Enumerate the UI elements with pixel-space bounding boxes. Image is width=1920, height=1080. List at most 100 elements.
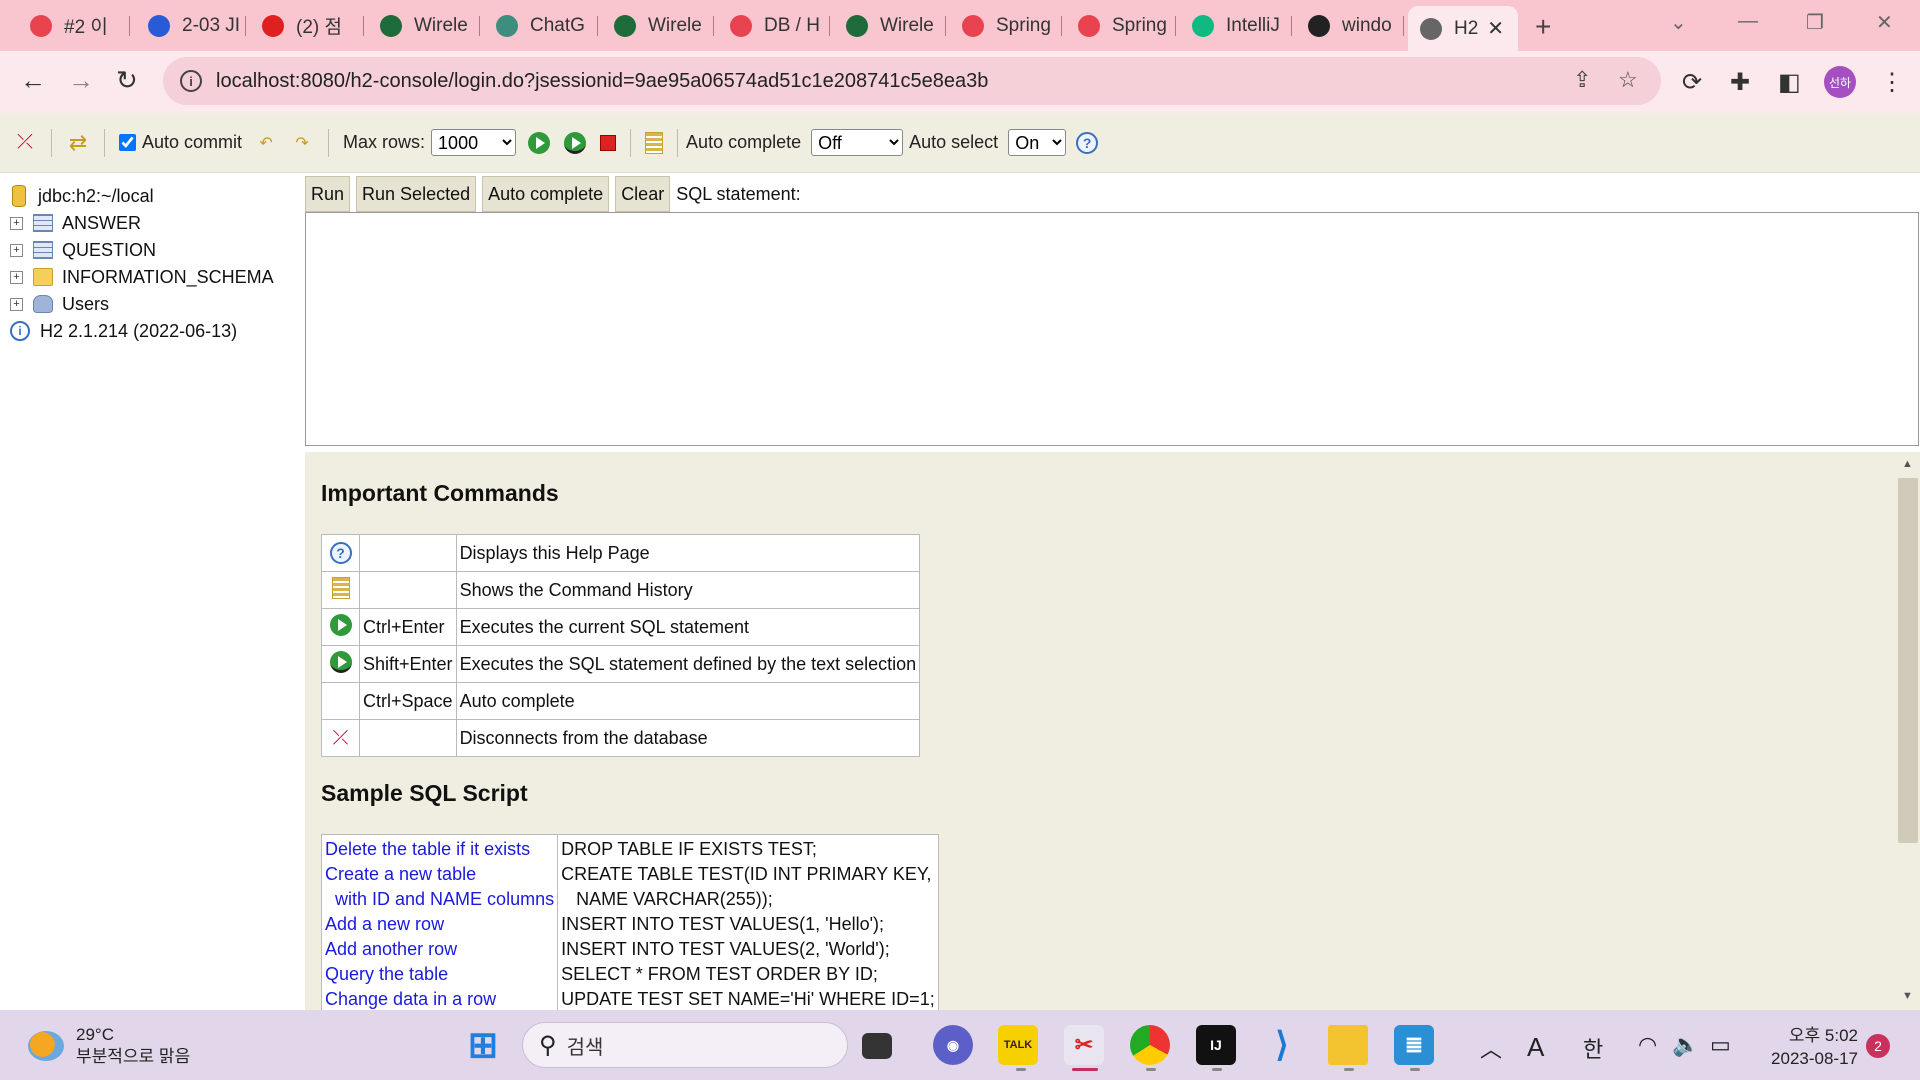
help-scrollbar[interactable]: ▲ ▼ [1895, 452, 1920, 1010]
chrome-icon[interactable] [1130, 1025, 1170, 1065]
forward-icon[interactable]: → [68, 65, 94, 96]
scroll-up-icon[interactable]: ▲ [1902, 458, 1913, 470]
connection-label[interactable]: jdbc:h2:~/local [38, 186, 154, 207]
run-selected-button[interactable]: Run Selected [356, 176, 477, 212]
language-indicator[interactable]: 한 [1583, 1032, 1603, 1064]
command-key: Ctrl+Space [359, 682, 457, 720]
tab-separator [1175, 16, 1176, 36]
close-window-button[interactable]: ✕ [1876, 10, 1893, 35]
browser-tab[interactable]: (2) 점 [250, 8, 364, 43]
browser-tab[interactable]: Spring [1066, 8, 1176, 43]
rollback-icon[interactable]: ↶ [254, 131, 278, 155]
omnibox[interactable]: i localhost:8080/h2-console/login.do?jse… [163, 57, 1661, 105]
tray-overflow-icon[interactable]: ︿ [1480, 1032, 1502, 1064]
teams-chat-icon[interactable]: ◉ [933, 1025, 973, 1065]
browser-tab[interactable]: #2 이 [18, 8, 130, 43]
wifi-icon[interactable]: ◠ [1638, 1032, 1657, 1058]
disconnect-icon[interactable]: ⤫ [13, 131, 37, 155]
bookmark-star-icon[interactable]: ☆ [1618, 67, 1638, 93]
browser-tab[interactable]: Wirele [602, 8, 714, 43]
kakaotalk-icon[interactable]: TALK [998, 1025, 1038, 1065]
users-icon [33, 295, 53, 313]
extension-refresh-icon[interactable]: ⟳ [1682, 68, 1702, 97]
tree-item-label[interactable]: QUESTION [62, 240, 156, 261]
version-label: H2 2.1.214 (2022-06-13) [40, 320, 238, 341]
sample-link[interactable]: Query the table [325, 962, 554, 987]
tree-item-answer[interactable]: + ANSWER [10, 210, 141, 236]
battery-icon[interactable]: ▭ [1710, 1032, 1731, 1058]
browser-tab[interactable]: IntelliJ [1180, 8, 1292, 43]
extensions-puzzle-icon[interactable]: ✚ [1730, 68, 1750, 97]
auto-complete-button[interactable]: Auto complete [482, 176, 610, 212]
side-panel-icon[interactable]: ◧ [1778, 68, 1801, 97]
share-icon[interactable]: ⇪ [1573, 67, 1591, 93]
max-rows-select[interactable]: 1000 [431, 129, 517, 156]
menu-kebab-icon[interactable]: ⋮ [1880, 68, 1904, 97]
minimize-button[interactable]: — [1738, 10, 1758, 33]
scroll-down-icon[interactable]: ▼ [1902, 990, 1913, 1002]
sample-link[interactable]: Delete the table if it exists [325, 837, 554, 862]
run-icon[interactable] [528, 131, 551, 154]
run-button[interactable]: Run [305, 176, 351, 212]
expand-icon[interactable]: + [10, 243, 23, 257]
browser-tab[interactable]: 2-03 JI [136, 8, 246, 43]
notification-badge[interactable]: 2 [1866, 1034, 1890, 1058]
notepad-icon[interactable]: ≣ [1394, 1025, 1434, 1065]
auto-commit-checkbox[interactable] [119, 134, 136, 151]
tree-item-label[interactable]: INFORMATION_SCHEMA [62, 267, 274, 288]
sample-link[interactable]: Change data in a row [325, 987, 554, 1010]
sample-link[interactable]: Add a new row [325, 912, 554, 937]
snipping-tool-icon[interactable]: ✂ [1064, 1025, 1104, 1065]
browser-tab[interactable]: Wirele [834, 8, 946, 43]
sample-link[interactable]: Create a new table [325, 862, 554, 887]
tree-item-information-schema[interactable]: + INFORMATION_SCHEMA [10, 264, 274, 290]
tree-item-users[interactable]: + Users [10, 291, 109, 317]
expand-icon[interactable]: + [10, 270, 23, 284]
close-tab-icon[interactable]: ✕ [1487, 16, 1504, 41]
tree-item-label[interactable]: ANSWER [62, 213, 141, 234]
back-icon[interactable]: ← [20, 65, 46, 96]
windows-start-icon[interactable]: ⊞ [463, 1024, 503, 1065]
info-icon: i [10, 321, 30, 341]
refresh-icon[interactable]: ⇄ [66, 130, 90, 155]
ime-mode[interactable]: A [1527, 1032, 1544, 1063]
scrollbar-thumb[interactable] [1898, 478, 1918, 843]
clear-button[interactable]: Clear [615, 176, 671, 212]
table-row: Ctrl+Space Auto complete [321, 682, 921, 720]
taskbar-search[interactable]: ⚲ 검색 [522, 1022, 848, 1068]
vscode-icon[interactable]: ⟩ [1262, 1025, 1302, 1065]
task-view-icon[interactable] [862, 1033, 892, 1059]
browser-tab[interactable]: DB / H [718, 8, 830, 43]
expand-icon[interactable]: + [10, 216, 23, 230]
restore-button[interactable]: ❐ [1806, 10, 1824, 35]
tree-item-label[interactable]: Users [62, 294, 109, 315]
commit-icon[interactable]: ↷ [290, 131, 314, 155]
stop-icon[interactable] [600, 134, 617, 151]
tab-search-icon[interactable]: ⌄ [1670, 10, 1687, 35]
browser-tab[interactable]: Spring [950, 8, 1062, 43]
clock[interactable]: 오후 5:02 2023-08-17 [1758, 1024, 1858, 1070]
browser-tab[interactable]: H2 ✕ [1408, 6, 1518, 51]
auto-complete-select[interactable]: Off [811, 129, 904, 156]
profile-avatar[interactable]: 선하 [1824, 66, 1856, 98]
sql-editor[interactable] [305, 212, 1919, 446]
file-explorer-icon[interactable] [1328, 1025, 1368, 1065]
auto-select-select[interactable]: On [1008, 129, 1067, 156]
volume-icon[interactable]: 🔈 [1672, 1032, 1699, 1058]
weather-widget[interactable]: 29°C 부분적으로 맑음 [28, 1024, 190, 1068]
tree-item-question[interactable]: + QUESTION [10, 237, 156, 263]
site-info-icon[interactable]: i [180, 70, 202, 92]
help-icon[interactable]: ? [1076, 131, 1099, 154]
new-tab-button[interactable]: + [1535, 11, 1551, 43]
url-text[interactable]: localhost:8080/h2-console/login.do?jsess… [216, 70, 988, 93]
sample-link[interactable]: Add another row [325, 937, 554, 962]
expand-icon[interactable]: + [10, 297, 23, 311]
sample-link[interactable]: with ID and NAME columns [325, 887, 554, 912]
browser-tab[interactable]: windo [1296, 8, 1404, 43]
intellij-icon[interactable]: IJ [1196, 1025, 1236, 1065]
run-selected-icon[interactable] [564, 131, 587, 154]
browser-tab[interactable]: ChatG [484, 8, 598, 43]
history-icon[interactable] [645, 131, 664, 154]
reload-icon[interactable]: ↻ [116, 65, 138, 96]
browser-tab[interactable]: Wirele [368, 8, 480, 43]
